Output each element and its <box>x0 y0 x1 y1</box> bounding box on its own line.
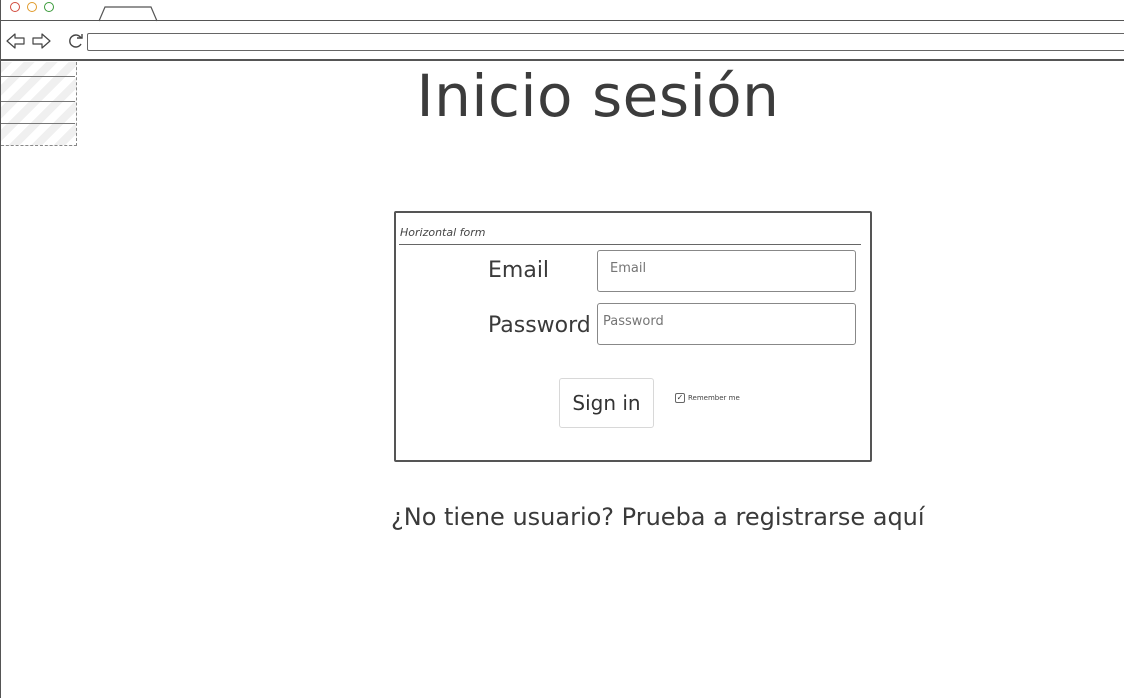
minimize-window-button[interactable] <box>27 2 37 12</box>
remember-me-checkbox[interactable]: ✓ Remember me <box>675 393 740 403</box>
email-label: Email <box>488 258 550 283</box>
browser-navigation-bar <box>1 21 1124 61</box>
sign-in-button[interactable]: Sign in <box>559 378 654 428</box>
reload-icon[interactable] <box>66 32 86 50</box>
remember-me-label: Remember me <box>688 394 740 402</box>
browser-tab[interactable] <box>98 6 158 22</box>
email-input[interactable] <box>597 250 856 292</box>
login-form-panel: Horizontal form Email Password Sign in ✓… <box>394 211 872 462</box>
checkmark-icon[interactable]: ✓ <box>675 393 685 403</box>
maximize-window-button[interactable] <box>44 2 54 12</box>
form-legend-divider <box>399 244 861 245</box>
window-title-bar <box>1 0 1124 22</box>
password-label: Password <box>488 313 591 338</box>
address-bar-input[interactable] <box>87 33 1124 51</box>
forward-arrow-icon[interactable] <box>31 32 51 50</box>
back-arrow-icon[interactable] <box>6 32 26 50</box>
register-link[interactable]: ¿No tiene usuario? Prueba a registrarse … <box>391 503 925 531</box>
close-window-button[interactable] <box>10 2 20 12</box>
form-legend: Horizontal form <box>400 226 486 239</box>
browser-window: Inicio sesión Horizontal form Email Pass… <box>0 0 1124 698</box>
page-title: Inicio sesión <box>416 62 780 130</box>
password-input[interactable] <box>597 303 856 345</box>
